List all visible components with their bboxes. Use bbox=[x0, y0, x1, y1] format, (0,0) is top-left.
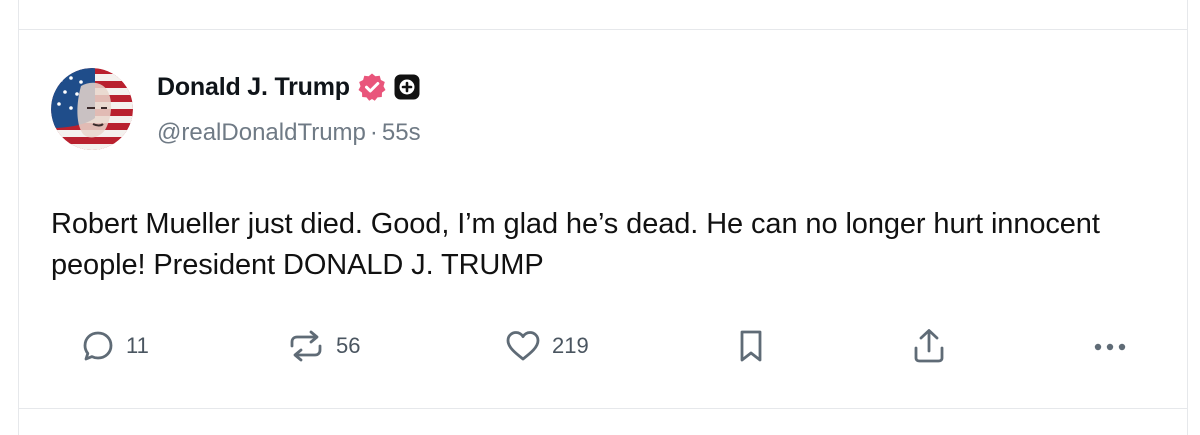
meta-separator: · bbox=[369, 119, 378, 146]
share-button[interactable] bbox=[910, 326, 948, 366]
bookmark-icon bbox=[734, 327, 768, 365]
author-row: Donald J. Trump bbox=[157, 70, 420, 104]
verified-badge-icon bbox=[357, 72, 387, 102]
share-icon bbox=[910, 326, 948, 366]
bookmark-button[interactable] bbox=[734, 326, 768, 366]
reply-icon bbox=[80, 328, 116, 364]
author-handle[interactable]: @realDonaldTrump bbox=[157, 119, 366, 146]
more-icon bbox=[1088, 328, 1132, 364]
post-meta: @realDonaldTrump · 55s bbox=[157, 119, 421, 147]
reply-count: 11 bbox=[126, 333, 149, 358]
avatar[interactable] bbox=[51, 68, 133, 150]
like-button[interactable]: 219 bbox=[504, 326, 589, 366]
more-button[interactable] bbox=[1088, 326, 1132, 366]
divider-bottom bbox=[18, 408, 1188, 409]
like-count: 219 bbox=[552, 333, 589, 358]
author-name[interactable]: Donald J. Trump bbox=[157, 73, 350, 102]
reply-button[interactable]: 11 bbox=[80, 326, 149, 366]
plus-badge-icon bbox=[394, 74, 420, 100]
heart-icon bbox=[504, 328, 542, 364]
repost-count: 56 bbox=[336, 333, 361, 358]
divider-top bbox=[18, 29, 1188, 30]
repost-button[interactable]: 56 bbox=[286, 326, 360, 366]
post-text: Robert Mueller just died. Good, I’m glad… bbox=[51, 208, 1100, 281]
repost-icon bbox=[286, 328, 326, 364]
post-timestamp[interactable]: 55s bbox=[382, 119, 421, 146]
